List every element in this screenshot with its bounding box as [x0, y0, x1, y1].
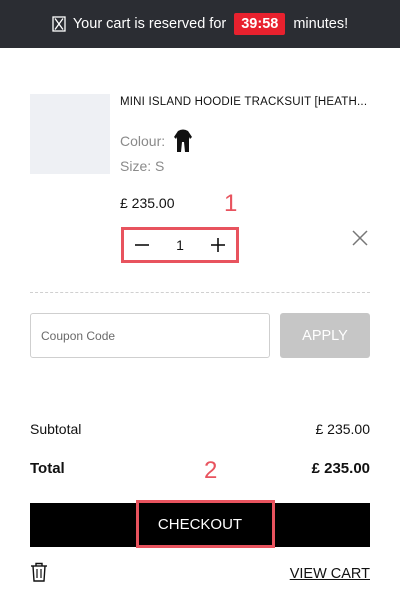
minus-icon [135, 244, 149, 246]
colour-label: Colour: [120, 133, 166, 149]
increase-quantity-button[interactable] [200, 230, 236, 260]
total-value: £ 235.00 [311, 460, 370, 477]
quantity-stepper[interactable]: 1 [121, 227, 239, 263]
decrease-quantity-button[interactable] [124, 230, 160, 260]
section-divider [30, 292, 370, 293]
annotation-marker-1: 1 [224, 190, 238, 217]
annotation-marker-2: 2 [204, 457, 218, 484]
annotation-highlight-box [136, 500, 275, 548]
trash-icon[interactable] [30, 562, 48, 582]
view-cart-link[interactable]: VIEW CART [290, 566, 370, 582]
apply-coupon-button[interactable]: APPLY [280, 313, 370, 358]
reservation-timer: 39:58 [234, 13, 286, 35]
cart-reservation-banner: Your cart is reserved for 39:58 minutes! [0, 0, 400, 48]
quantity-value[interactable]: 1 [176, 237, 184, 253]
checkout-button[interactable]: CHECKOUT [30, 500, 370, 548]
product-size: Size: S [120, 158, 165, 174]
hoodie-swatch-icon [174, 129, 193, 152]
product-price: £ 235.00 [120, 195, 175, 211]
subtotal-value: £ 235.00 [315, 421, 371, 437]
banner-text-prefix: Your cart is reserved for [72, 16, 227, 32]
subtotal-label: Subtotal [30, 421, 82, 437]
total-label: Total [30, 460, 65, 477]
banner-text-suffix: minutes! [293, 16, 349, 32]
close-icon[interactable] [350, 228, 370, 248]
plus-icon [210, 238, 225, 252]
product-colour: Colour: [120, 128, 195, 154]
subtotal-row: Subtotal £ 235.00 [30, 421, 370, 437]
hourglass-icon [52, 16, 66, 32]
product-name[interactable]: MINI ISLAND HOODIE TRACKSUIT [HEATH... [120, 96, 367, 108]
product-thumbnail[interactable] [30, 94, 110, 174]
total-row: Total £ 235.00 [30, 460, 370, 477]
coupon-code-input[interactable] [30, 313, 270, 358]
